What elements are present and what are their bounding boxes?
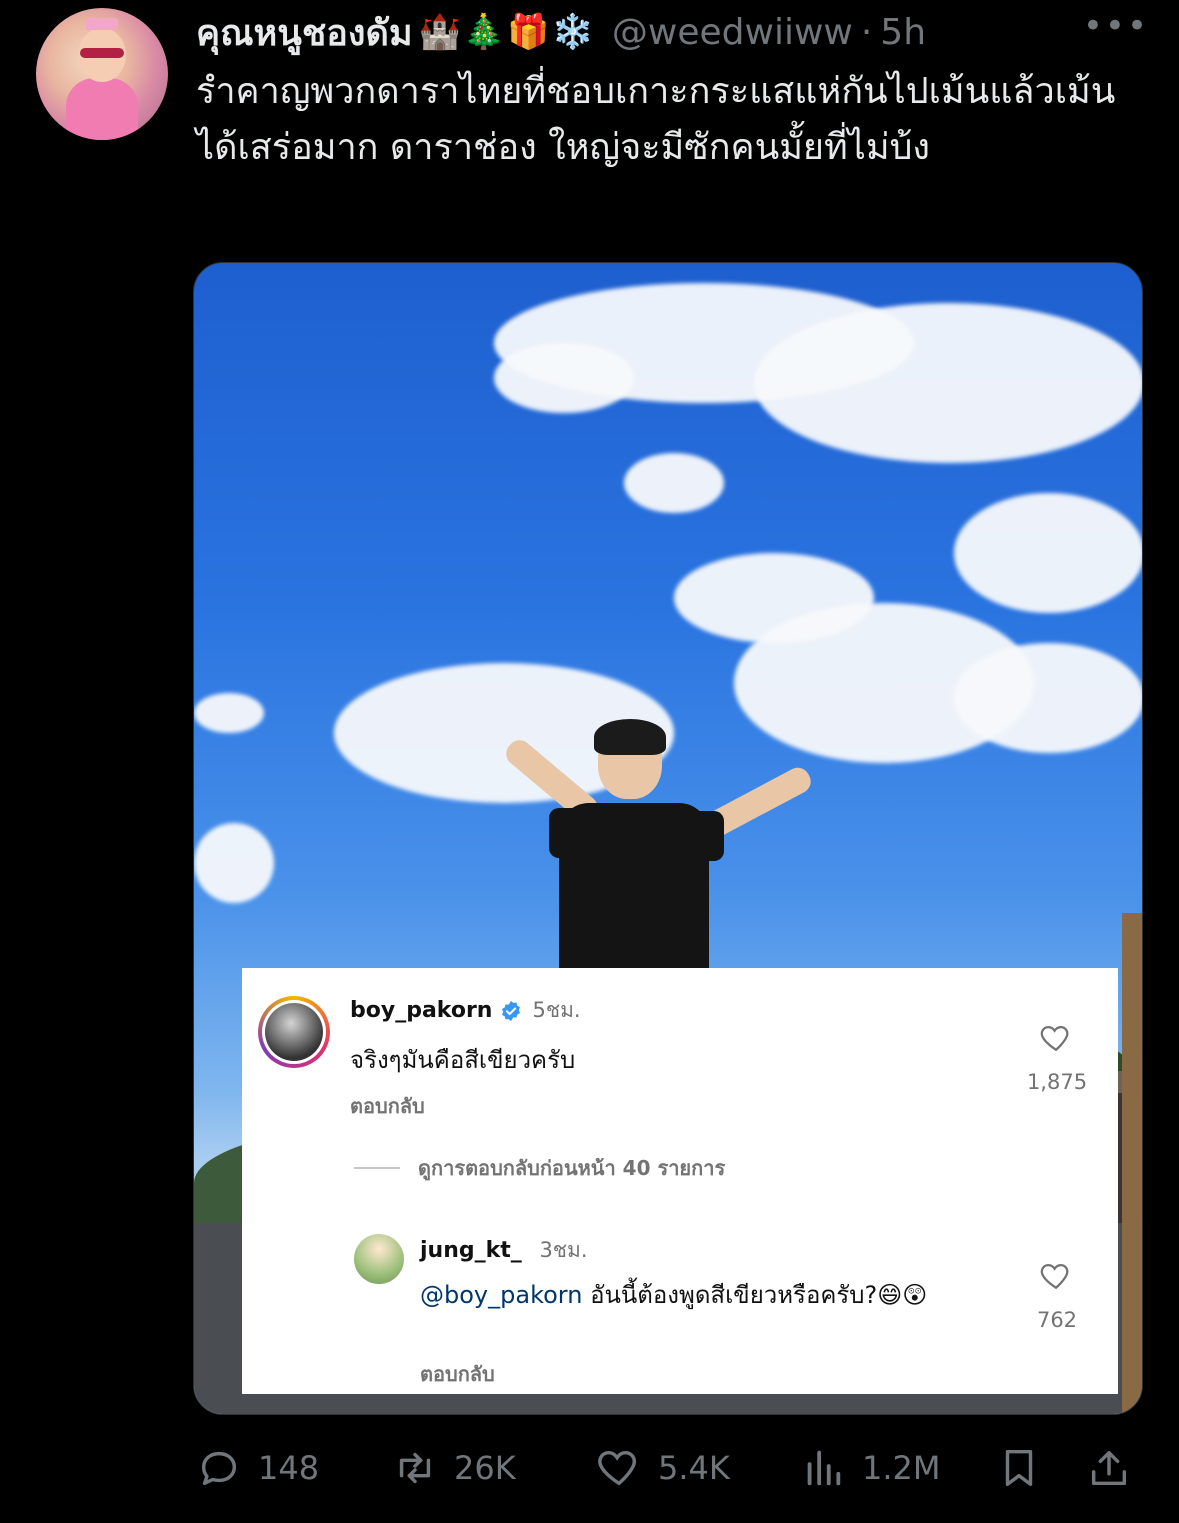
avatar-crown bbox=[86, 18, 118, 30]
cloud bbox=[954, 493, 1142, 613]
ig-reply-link: ตอบกลับ bbox=[350, 1094, 425, 1118]
tweet-header: คุณหนูชองดัม 🏰🎄🎁❄️ @weedwiiww · 5h ••• bbox=[196, 6, 1159, 58]
retweet-icon bbox=[399, 1452, 431, 1484]
ig-avatar-story-ring bbox=[258, 996, 330, 1068]
cloud bbox=[624, 453, 724, 513]
person-hair bbox=[594, 719, 666, 755]
view-previous-label: ดูการตอบกลับก่อนหน้า 40 รายการ bbox=[418, 1156, 726, 1180]
ig-username: jung_kt_ bbox=[420, 1238, 522, 1263]
ig-comment-text: @boy_pakorn อันนี้ต้องพูดสีเขียวหรือครับ… bbox=[420, 1278, 1000, 1312]
views-chart-icon bbox=[807, 1450, 841, 1486]
ig-comment-text: จริงๆมันคือสีเขียวครับ bbox=[350, 1046, 576, 1074]
person-sleeve-left bbox=[549, 808, 589, 858]
avatar-glasses bbox=[80, 48, 124, 58]
like-heart-icon bbox=[598, 1450, 636, 1486]
tweet: คุณหนูชองดัม 🏰🎄🎁❄️ @weedwiiww · 5h ••• ร… bbox=[0, 0, 1179, 1523]
tweet-text: รำคาญพวกดาราไทยที่ชอบเกาะกระแสแห่กันไปเม… bbox=[196, 71, 1116, 168]
bookmark-button[interactable] bbox=[996, 1445, 1058, 1491]
ig-avatar-jung-kt bbox=[354, 1234, 404, 1284]
user-handle[interactable]: @weedwiiww bbox=[612, 12, 853, 53]
separator-dot: · bbox=[860, 11, 873, 53]
bookmark-icon bbox=[1005, 1449, 1033, 1487]
share-button[interactable] bbox=[1086, 1445, 1148, 1491]
ig-avatar-boy-pakorn bbox=[265, 1003, 323, 1061]
display-name[interactable]: คุณหนูชองดัม bbox=[196, 4, 413, 61]
ig-comment-time: 3ชม. bbox=[539, 1238, 588, 1262]
more-options-icon[interactable]: ••• bbox=[1083, 6, 1149, 46]
reply-button[interactable]: 148 bbox=[196, 1445, 319, 1491]
heart-icon bbox=[1040, 1025, 1069, 1052]
share-icon bbox=[1091, 1450, 1127, 1486]
cloud bbox=[194, 823, 274, 903]
cloud bbox=[954, 643, 1142, 753]
tweet-actions: 148 26K 5.4K 1.2M bbox=[196, 1440, 1146, 1496]
heart-icon bbox=[1040, 1263, 1069, 1290]
instagram-comments-card: boy_pakorn 5ชม. จริงๆมันคือสีเขียวครับ ต… bbox=[242, 968, 1118, 1394]
reply-icon bbox=[201, 1451, 237, 1486]
ig-reply-link: ตอบกลับ bbox=[420, 1362, 495, 1386]
ig-like-count: 762 bbox=[1036, 1308, 1078, 1332]
like-button[interactable]: 5.4K bbox=[596, 1445, 730, 1491]
views-button[interactable]: 1.2M bbox=[800, 1445, 941, 1491]
reply-count: 148 bbox=[258, 1449, 320, 1487]
person-sleeve-right bbox=[684, 811, 724, 861]
ig-comment-body: อันนี้ต้องพูดสีเขียวหรือครับ?😄😲 bbox=[582, 1281, 928, 1309]
views-count: 1.2M bbox=[862, 1449, 941, 1487]
name-emojis: 🏰🎄🎁❄️ bbox=[418, 12, 596, 52]
ig-comment-time: 5ชม. bbox=[532, 998, 581, 1022]
cloud bbox=[194, 693, 264, 733]
ig-like-count: 1,875 bbox=[1026, 1070, 1088, 1094]
cloud bbox=[494, 343, 634, 413]
fence bbox=[1122, 913, 1142, 1413]
tweet-time[interactable]: 5h bbox=[880, 12, 926, 53]
divider-line bbox=[354, 1167, 400, 1169]
tweet-image[interactable]: boy_pakorn 5ชม. จริงๆมันคือสีเขียวครับ ต… bbox=[193, 262, 1143, 1415]
ig-mention: @boy_pakorn bbox=[420, 1281, 583, 1309]
like-count: 5.4K bbox=[658, 1449, 730, 1487]
ig-comment-header: jung_kt_ 3ชม. bbox=[420, 1234, 588, 1267]
retweet-count: 26K bbox=[454, 1449, 516, 1487]
retweet-button[interactable]: 26K bbox=[392, 1445, 516, 1491]
verified-badge-icon bbox=[502, 1000, 521, 1021]
ig-username: boy_pakorn bbox=[350, 998, 493, 1023]
avatar-dress bbox=[66, 78, 138, 140]
user-avatar[interactable] bbox=[36, 8, 168, 140]
view-previous-replies: ดูการตอบกลับก่อนหน้า 40 รายการ bbox=[354, 1152, 725, 1184]
ig-comment-header: boy_pakorn 5ชม. bbox=[350, 994, 581, 1027]
cloud bbox=[754, 303, 1142, 463]
